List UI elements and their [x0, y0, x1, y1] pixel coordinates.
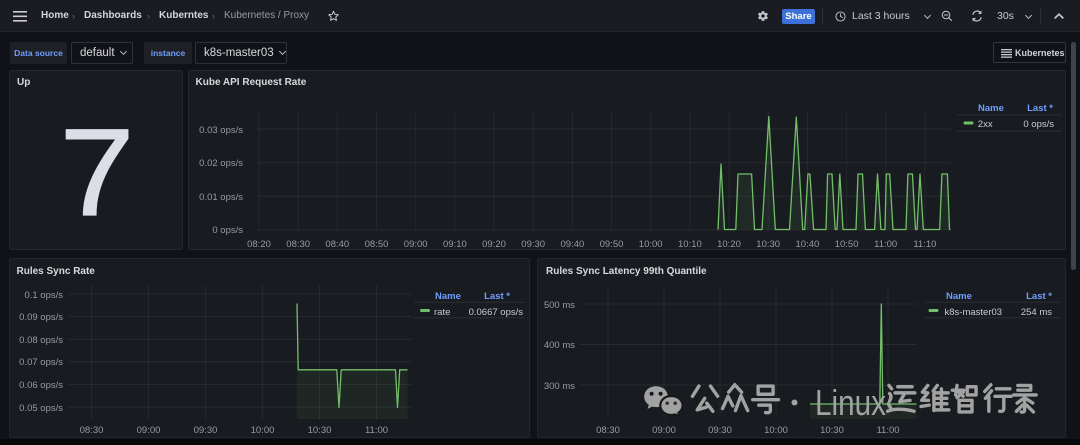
- svg-text:Linux: Linux: [815, 382, 886, 423]
